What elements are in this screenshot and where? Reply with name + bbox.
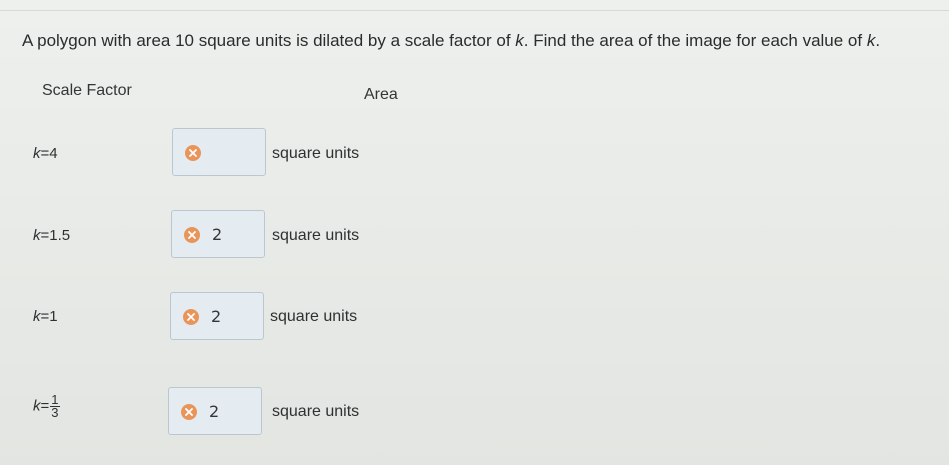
question-text-2: . Find the area of the image for each va… (523, 31, 867, 50)
area-input-3[interactable]: 2 (170, 292, 264, 340)
area-input-2[interactable]: 2 (171, 210, 265, 258)
question-variable: k (515, 31, 524, 50)
top-divider (0, 10, 949, 11)
units-label-3: square units (270, 308, 358, 325)
area-input-value-3: 2 (211, 307, 222, 326)
scale-factor-label-3: k=1 (33, 308, 58, 325)
area-header: Area (364, 86, 398, 103)
question-prompt: A polygon with area 10 square units is d… (22, 31, 880, 51)
scale-factor-header: Scale Factor (42, 82, 132, 99)
scale-factor-label-1: k=4 (33, 145, 58, 162)
question-text-3: . (875, 31, 881, 50)
units-label-1: square units (272, 145, 360, 162)
scale-factor-label-2: k=1.5 (33, 227, 71, 244)
units-label-2: square units (272, 227, 360, 244)
x-circle-icon (184, 227, 200, 243)
area-input-value-4: 2 (209, 402, 220, 421)
question-text-1: A polygon with area 10 square units is d… (22, 31, 516, 50)
scale-factor-label-4: k= 1 3 (33, 392, 60, 420)
area-input-value-2: 2 (212, 225, 223, 244)
fraction: 13 (50, 392, 60, 420)
area-input-1[interactable] (172, 128, 266, 176)
x-circle-icon (181, 404, 197, 420)
x-circle-icon (183, 309, 199, 325)
units-label-4: square units (272, 403, 360, 420)
x-circle-icon (185, 145, 201, 161)
area-input-4[interactable]: 2 (168, 387, 262, 435)
